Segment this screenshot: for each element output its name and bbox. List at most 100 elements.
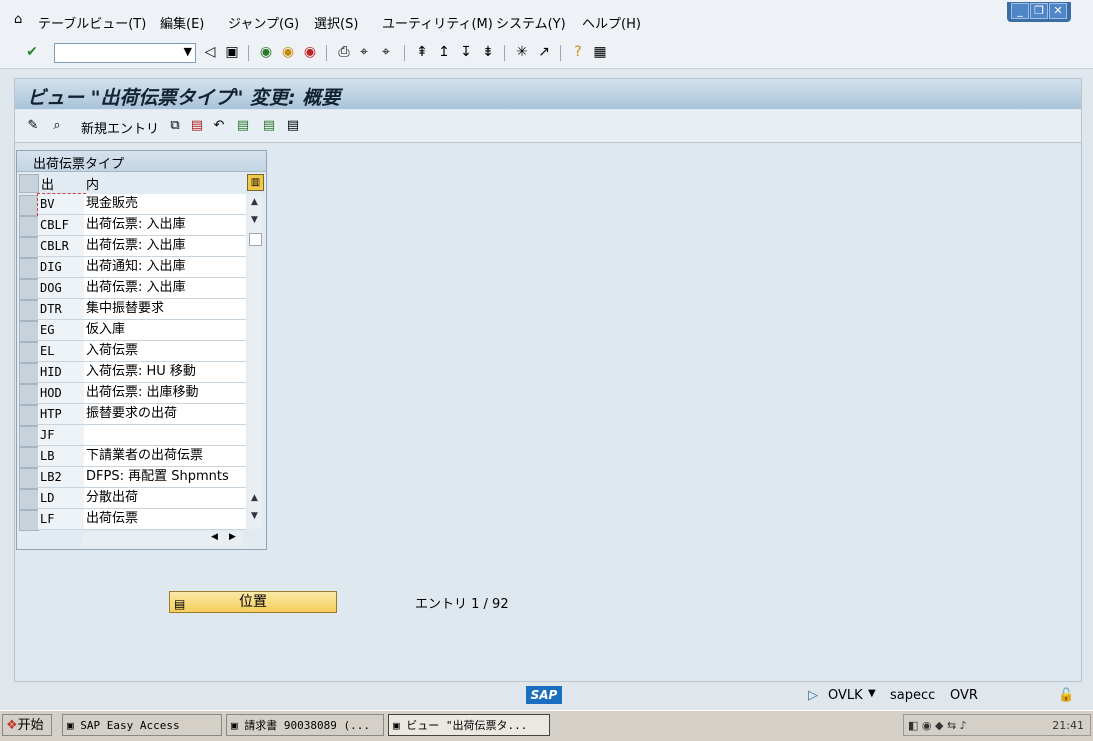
task-view-delivery-type[interactable]: ▣ ビュー "出荷伝票タ... — [388, 714, 550, 736]
layout-icon[interactable]: ▦ — [592, 44, 608, 60]
scroll-thumb[interactable] — [249, 233, 262, 246]
back-icon[interactable]: ◉ — [258, 44, 274, 60]
cell-code[interactable]: CBLR — [38, 236, 85, 257]
row-selector[interactable] — [19, 405, 39, 426]
cell-code[interactable]: DOG — [38, 278, 85, 299]
cell-desc[interactable]: 仮入庫 — [84, 320, 246, 341]
back-arrow-icon[interactable]: ◁ — [202, 44, 218, 60]
cell-code[interactable]: DIG — [38, 257, 85, 278]
tray-icons[interactable]: ◧ ◉ ◆ ⇆ ♪ — [908, 719, 967, 732]
display-change-icon[interactable]: ✎ — [25, 118, 41, 133]
cell-desc[interactable]: 振替要求の出荷 — [84, 404, 246, 425]
table-row[interactable]: HTP 振替要求の出荷 — [17, 404, 266, 426]
start-button[interactable]: ❖开始 — [2, 714, 52, 736]
row-selector[interactable] — [19, 195, 39, 216]
position-button[interactable]: ▤ 位置 — [169, 591, 337, 613]
deselect-all-icon[interactable]: ▤ — [285, 118, 301, 133]
cell-desc[interactable]: 入荷伝票 — [84, 341, 246, 362]
select-all-icon[interactable]: ▤ — [235, 118, 251, 133]
scroll-up-icon[interactable]: ▲ — [247, 197, 262, 211]
table-row[interactable]: DOG 出荷伝票: 入出庫 — [17, 278, 266, 300]
table-settings-icon[interactable]: ▥ — [247, 174, 264, 191]
table-row[interactable]: BV 現金販売 — [17, 193, 266, 216]
cell-code[interactable]: EG — [38, 320, 85, 341]
new-entries-button[interactable]: 新規エントリ — [81, 118, 159, 137]
cell-code[interactable]: HID — [38, 362, 85, 383]
table-row[interactable]: HOD 出荷伝票: 出庫移動 — [17, 383, 266, 405]
row-selector[interactable] — [19, 426, 39, 447]
row-selector[interactable] — [19, 321, 39, 342]
cell-desc[interactable]: 下請業者の出荷伝票 — [84, 446, 246, 467]
chevron-down-icon[interactable]: ▼ — [184, 45, 192, 58]
cell-code[interactable]: EL — [38, 341, 85, 362]
last-page-icon[interactable]: ⇟ — [480, 44, 496, 60]
shortcut-icon[interactable]: ↗ — [536, 44, 552, 60]
enter-check-icon[interactable]: ✔ — [24, 44, 40, 60]
cell-desc[interactable]: DFPS: 再配置 Shpmnts — [84, 467, 246, 488]
cell-code[interactable]: JF — [38, 425, 85, 446]
menu-icon[interactable]: ⌂ — [14, 12, 22, 27]
page-down-icon[interactable]: ▼ — [247, 511, 262, 525]
table-row[interactable]: LF 出荷伝票 — [17, 509, 266, 531]
table-row[interactable]: LB 下請業者の出荷伝票 — [17, 446, 266, 468]
scroll-left-icon[interactable]: ◀ — [211, 532, 218, 542]
row-selector[interactable] — [19, 384, 39, 405]
menu-help[interactable]: ヘルプ(H) — [582, 13, 641, 32]
menu-edit[interactable]: 編集(E) — [160, 13, 204, 32]
row-selector[interactable] — [19, 363, 39, 384]
row-selector[interactable] — [19, 447, 39, 468]
row-selector[interactable] — [19, 510, 39, 531]
insert-mode[interactable]: OVR — [950, 688, 978, 703]
row-selector[interactable] — [19, 279, 39, 300]
command-field[interactable]: ▼ — [54, 43, 196, 63]
table-row[interactable]: HID 入荷伝票: HU 移動 — [17, 362, 266, 384]
new-session-icon[interactable]: ✳ — [514, 44, 530, 60]
row-selector[interactable] — [19, 237, 39, 258]
first-page-icon[interactable]: ⇞ — [414, 44, 430, 60]
minimize-icon[interactable]: _ — [1011, 3, 1029, 19]
table-row[interactable]: JF — [17, 425, 266, 447]
cell-desc[interactable]: 出荷伝票 — [84, 509, 246, 530]
cell-desc[interactable]: 出荷通知: 入出庫 — [84, 257, 246, 278]
select-block-icon[interactable]: ▤ — [261, 118, 277, 133]
cell-code[interactable]: LD — [38, 488, 85, 509]
display-icon[interactable]: ⌕ — [49, 118, 65, 133]
save-icon[interactable]: ▣ — [224, 44, 240, 60]
delete-icon[interactable]: ▤ — [189, 118, 205, 133]
scroll-right-icon[interactable]: ▶ — [229, 532, 236, 542]
print-icon[interactable]: ⎙ — [336, 44, 352, 60]
help-icon[interactable]: ? — [570, 44, 586, 60]
cell-desc[interactable]: 出荷伝票: 出庫移動 — [84, 383, 246, 404]
horizontal-scrollbar[interactable]: ◀ ▶ — [83, 532, 243, 546]
table-row[interactable]: LD 分散出荷 — [17, 488, 266, 510]
next-page-icon[interactable]: ↧ — [458, 44, 474, 60]
row-selector[interactable] — [19, 300, 39, 321]
exit-icon[interactable]: ◉ — [280, 44, 296, 60]
task-sap-easy-access[interactable]: ▣ SAP Easy Access — [62, 714, 222, 736]
menu-select[interactable]: 選択(S) — [314, 13, 358, 32]
close-icon[interactable]: ✕ — [1049, 3, 1067, 19]
cell-code[interactable]: HOD — [38, 383, 85, 404]
cell-desc[interactable] — [84, 425, 246, 446]
page-up-icon[interactable]: ▲ — [247, 493, 262, 507]
cell-desc[interactable]: 入荷伝票: HU 移動 — [84, 362, 246, 383]
task-invoice[interactable]: ▣ 請求書 90038089 (... — [226, 714, 384, 736]
table-row[interactable]: EG 仮入庫 — [17, 320, 266, 342]
select-all-rows-button[interactable] — [19, 174, 39, 193]
cell-code[interactable]: DTR — [38, 299, 85, 320]
cell-desc[interactable]: 分散出荷 — [84, 488, 246, 509]
cell-code[interactable]: LB2 — [38, 467, 85, 488]
row-selector[interactable] — [19, 489, 39, 510]
find-icon[interactable]: ⌖ — [356, 44, 372, 60]
cell-code[interactable]: LB — [38, 446, 85, 467]
cancel-icon[interactable]: ◉ — [302, 44, 318, 60]
find-next-icon[interactable]: ⌖ — [378, 44, 394, 60]
table-row[interactable]: LB2 DFPS: 再配置 Shpmnts — [17, 467, 266, 489]
cell-desc[interactable]: 出荷伝票: 入出庫 — [84, 278, 246, 299]
previous-page-icon[interactable]: ↥ — [436, 44, 452, 60]
vertical-scrollbar[interactable]: ▲ ▼ ▲ ▼ — [247, 195, 262, 529]
table-row[interactable]: DTR 集中振替要求 — [17, 299, 266, 321]
menu-utilities[interactable]: ユーティリティ(M) — [382, 13, 493, 32]
cell-code[interactable]: HTP — [38, 404, 85, 425]
scroll-down-icon[interactable]: ▼ — [247, 215, 262, 229]
